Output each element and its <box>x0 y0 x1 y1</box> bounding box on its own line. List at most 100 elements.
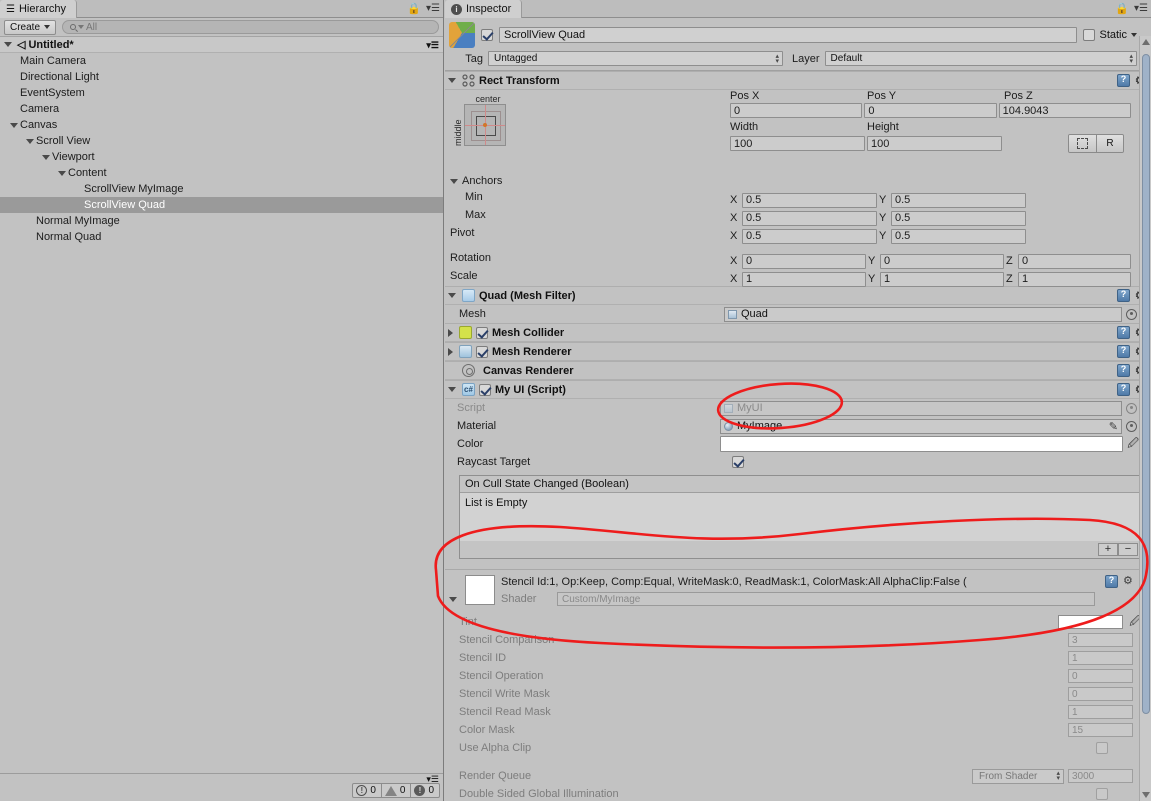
hierarchy-item-scroll-view[interactable]: Scroll View <box>0 133 443 149</box>
hierarchy-item-camera[interactable]: Camera <box>0 101 443 117</box>
rect-transform-header[interactable]: Rect Transform ⚙ <box>445 71 1151 90</box>
hierarchy-item-normal-myimage[interactable]: Normal MyImage <box>0 213 443 229</box>
color-swatch[interactable] <box>720 436 1124 452</box>
mesh-collider-enabled-checkbox[interactable] <box>476 326 488 339</box>
material-prop-input[interactable]: 3 <box>1068 633 1133 647</box>
gameobject-enabled-checkbox[interactable] <box>481 29 493 41</box>
rotation-y-input[interactable]: 0 <box>880 253 1004 269</box>
mesh-object-field[interactable]: Quad <box>724 306 1122 322</box>
blueprint-mode-button[interactable] <box>1069 135 1097 152</box>
pivot-y-input[interactable]: 0.5 <box>891 228 1026 244</box>
hierarchy-item-directional-light[interactable]: Directional Light <box>0 69 443 85</box>
tab-inspector[interactable]: i Inspector <box>445 0 523 18</box>
rotation-x-input[interactable]: 0 <box>742 253 866 269</box>
material-prop-input[interactable]: 0 <box>1068 687 1133 701</box>
help-icon[interactable] <box>1117 289 1130 302</box>
help-icon[interactable] <box>1117 383 1130 396</box>
canvas-renderer-header[interactable]: Canvas Renderer ⚙ <box>445 361 1151 380</box>
hierarchy-item-canvas[interactable]: Canvas <box>0 117 443 133</box>
help-icon[interactable] <box>1105 575 1118 588</box>
mesh-filter-expander-icon[interactable] <box>448 293 456 298</box>
create-button[interactable]: Create <box>4 19 57 35</box>
anchor-min-y-input[interactable]: 0.5 <box>891 192 1026 208</box>
render-queue-input[interactable]: 3000 <box>1068 769 1133 783</box>
rect-transform-expander-icon[interactable] <box>448 78 456 83</box>
mesh-renderer-enabled-checkbox[interactable] <box>476 345 488 358</box>
lock-icon[interactable]: 🔒 <box>1115 2 1129 15</box>
edit-pencil-icon[interactable]: ✎ <box>1109 420 1118 433</box>
scale-x-input[interactable]: 1 <box>742 271 866 287</box>
scroll-up-arrow-icon[interactable] <box>1142 39 1150 45</box>
hierarchy-item-normal-quad[interactable]: Normal Quad <box>0 229 443 245</box>
material-prop-checkbox[interactable] <box>1096 742 1108 754</box>
help-icon[interactable] <box>1117 364 1130 377</box>
material-prop-input[interactable]: 0 <box>1068 669 1133 683</box>
error-counter[interactable]: ! 0 <box>353 784 382 797</box>
anchor-min-x-input[interactable]: 0.5 <box>742 192 877 208</box>
menu-icon[interactable]: ▾☰ <box>426 3 440 14</box>
info-counter[interactable]: ! 0 <box>411 784 439 797</box>
gear-icon[interactable]: ⚙ <box>1123 575 1135 587</box>
menu-icon[interactable]: ▾☰ <box>1134 3 1148 14</box>
pos-y-input[interactable]: 0 <box>864 103 997 118</box>
eyedropper-icon[interactable]: 🖉 <box>1127 435 1139 454</box>
mesh-renderer-header[interactable]: Mesh Renderer ⚙ <box>445 342 1151 361</box>
mesh-filter-header[interactable]: Quad (Mesh Filter) ⚙ <box>445 286 1151 305</box>
lock-icon[interactable]: 🔒 <box>407 2 421 15</box>
scene-row[interactable]: ◁ Untitled* ▾☰ <box>0 37 443 53</box>
hierarchy-item-scrollview-myimage[interactable]: ScrollView MyImage <box>0 181 443 197</box>
add-event-button[interactable]: + <box>1098 543 1118 556</box>
raycast-target-checkbox[interactable] <box>732 456 744 468</box>
material-prop-input[interactable]: 1 <box>1068 705 1133 719</box>
scrollbar-thumb[interactable] <box>1142 54 1150 714</box>
mesh-picker-icon[interactable] <box>1126 308 1137 320</box>
layer-dropdown[interactable]: Default ▴ ▾ <box>824 51 1137 66</box>
width-input[interactable]: 100 <box>730 136 865 151</box>
pos-z-input[interactable]: 104.9043 <box>998 103 1131 118</box>
hierarchy-search-input[interactable]: All <box>62 20 439 34</box>
hierarchy-item-scrollview-quad[interactable]: ScrollView Quad <box>0 197 443 213</box>
material-prop-color-swatch[interactable] <box>1058 615 1124 629</box>
my-ui-script-header[interactable]: c# My UI (Script) ⚙ <box>445 380 1151 399</box>
rotation-z-input[interactable]: 0 <box>1018 253 1131 269</box>
mesh-collider-expander-icon[interactable] <box>448 328 453 337</box>
material-object-field[interactable]: MyImage ✎ <box>720 418 1122 434</box>
help-icon[interactable] <box>1117 345 1130 358</box>
material-picker-icon[interactable] <box>1126 420 1137 432</box>
hierarchy-item-main-camera[interactable]: Main Camera <box>0 53 443 69</box>
remove-event-button[interactable]: − <box>1118 543 1138 556</box>
anchor-preset-widget[interactable]: center middle <box>453 94 523 146</box>
pivot-x-input[interactable]: 0.5 <box>742 228 877 244</box>
static-checkbox[interactable] <box>1083 29 1096 41</box>
double-sided-checkbox[interactable] <box>1096 788 1108 800</box>
expander-icon[interactable] <box>10 122 18 128</box>
scale-z-input[interactable]: 1 <box>1018 271 1131 287</box>
material-prop-input[interactable]: 15 <box>1068 723 1133 737</box>
gameobject-name-input[interactable]: ScrollView Quad <box>499 27 1078 43</box>
my-ui-enabled-checkbox[interactable] <box>479 383 491 396</box>
hierarchy-item-content[interactable]: Content <box>0 165 443 181</box>
anchor-max-x-input[interactable]: 0.5 <box>742 210 877 226</box>
anchor-max-y-input[interactable]: 0.5 <box>891 210 1026 226</box>
material-expander-icon[interactable] <box>449 597 457 602</box>
mesh-collider-header[interactable]: Mesh Collider ⚙ <box>445 323 1151 342</box>
event-body[interactable]: List is Empty <box>460 493 1142 541</box>
shader-field[interactable]: Custom/MyImage <box>557 592 1095 606</box>
scene-menu-icon[interactable]: ▾☰ <box>426 40 439 51</box>
height-input[interactable]: 100 <box>867 136 1002 151</box>
expander-icon[interactable] <box>26 138 34 144</box>
mesh-renderer-expander-icon[interactable] <box>448 347 453 356</box>
my-ui-expander-icon[interactable] <box>448 387 456 392</box>
expander-icon[interactable] <box>42 154 50 160</box>
pos-x-input[interactable]: 0 <box>730 103 863 118</box>
tag-dropdown[interactable]: Untagged ▴ ▾ <box>488 51 783 66</box>
anchor-preset-diagram[interactable] <box>464 104 506 146</box>
chevron-down-icon[interactable] <box>1131 33 1137 37</box>
scale-y-input[interactable]: 1 <box>880 271 1004 287</box>
hierarchy-tree[interactable]: Main Camera Directional Light EventSystem C… <box>0 53 443 773</box>
expander-icon[interactable] <box>58 170 66 176</box>
help-icon[interactable] <box>1117 326 1130 339</box>
hierarchy-item-eventsystem[interactable]: EventSystem <box>0 85 443 101</box>
help-icon[interactable] <box>1117 74 1130 87</box>
anchors-expander-icon[interactable] <box>450 178 458 184</box>
